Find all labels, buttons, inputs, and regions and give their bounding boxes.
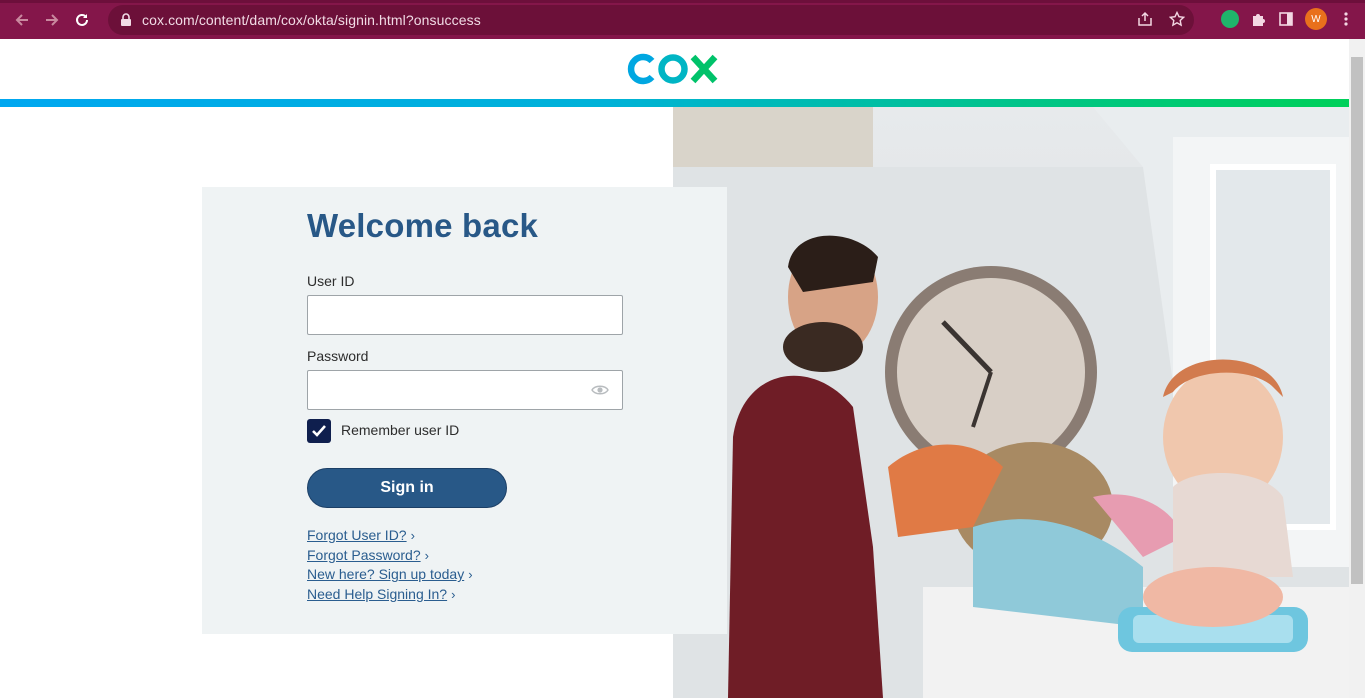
chevron-right-icon: ›	[424, 547, 429, 563]
forward-arrow-icon[interactable]	[37, 5, 67, 35]
back-arrow-icon[interactable]	[7, 5, 37, 35]
reload-icon[interactable]	[67, 5, 97, 35]
login-title: Welcome back	[307, 207, 539, 244]
user-id-input[interactable]	[307, 295, 623, 335]
address-bar[interactable]: cox.com/content/dam/cox/okta/signin.html…	[108, 5, 1194, 35]
password-input[interactable]	[307, 370, 623, 410]
scrollbar-thumb[interactable]	[1351, 57, 1363, 584]
hero-photo	[673, 107, 1349, 698]
site-header	[0, 39, 1349, 99]
header-gradient-bar	[0, 99, 1349, 107]
login-card: Welcome back User ID Password Remember u…	[202, 187, 727, 634]
password-label: Password	[307, 348, 369, 364]
remember-label[interactable]: Remember user ID	[341, 422, 459, 438]
share-icon[interactable]	[1136, 10, 1154, 28]
link-row-sign-up: New here? Sign up today ›	[307, 566, 473, 586]
chevron-right-icon: ›	[468, 567, 473, 583]
kebab-menu-icon[interactable]	[1337, 10, 1355, 28]
url-text[interactable]: cox.com/content/dam/cox/okta/signin.html…	[142, 12, 481, 28]
page-scrollbar[interactable]	[1349, 39, 1365, 698]
user-id-label: User ID	[307, 273, 355, 289]
star-icon[interactable]	[1168, 10, 1186, 28]
sidepanel-icon[interactable]	[1277, 10, 1295, 28]
remember-checkbox[interactable]	[307, 419, 331, 443]
cox-logo[interactable]	[627, 51, 719, 87]
forgot-password-link[interactable]: Forgot Password?	[307, 547, 421, 563]
lock-icon[interactable]	[120, 13, 132, 27]
checkmark-icon	[312, 425, 326, 437]
forgot-user-id-link[interactable]: Forgot User ID?	[307, 527, 407, 543]
puzzle-icon[interactable]	[1249, 10, 1267, 28]
sign-up-link[interactable]: New here? Sign up today	[307, 566, 464, 582]
profile-avatar[interactable]: W	[1305, 8, 1327, 30]
browser-toolbar: cox.com/content/dam/cox/okta/signin.html…	[0, 0, 1365, 39]
link-row-forgot-password: Forgot Password? ›	[307, 547, 473, 567]
sign-in-button[interactable]: Sign in	[307, 468, 507, 508]
chevron-right-icon: ›	[410, 528, 415, 543]
help-signing-in-link[interactable]: Need Help Signing In?	[307, 586, 447, 602]
link-row-forgot-user-id: Forgot User ID? ›	[307, 527, 473, 547]
help-links: Forgot User ID? › Forgot Password? › New h…	[307, 527, 473, 606]
extension-grammarly-icon[interactable]	[1221, 10, 1239, 28]
chevron-right-icon: ›	[451, 587, 456, 603]
eye-icon[interactable]	[591, 383, 609, 397]
link-row-help: Need Help Signing In? ›	[307, 586, 473, 606]
